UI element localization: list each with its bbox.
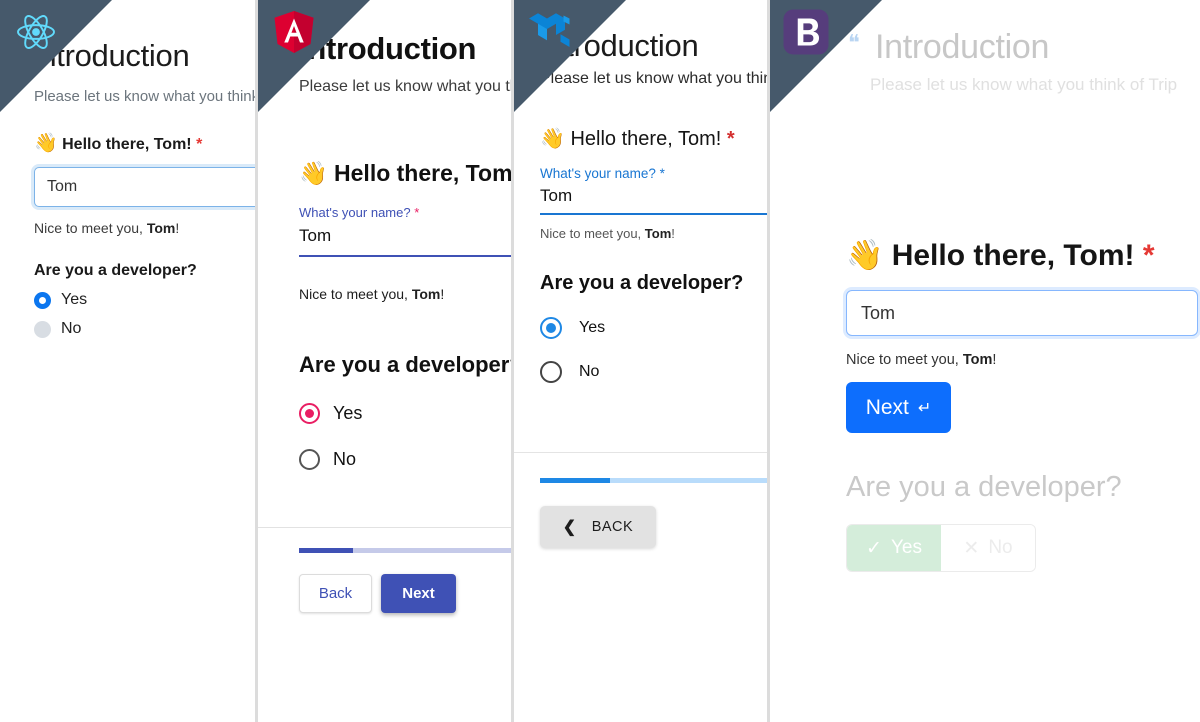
greeting-text: Hello there, Tom! [334, 160, 514, 186]
radio-yes-icon[interactable] [34, 291, 51, 309]
name-helper-text: Nice to meet you, Tom! [540, 226, 767, 241]
greeting-label: 👋 Hello there, Tom! * [846, 238, 1200, 273]
developer-question-label: Are you a developer? [540, 272, 744, 294]
greeting-label: 👋 Hello there, Tom! * [540, 126, 767, 151]
radio-yes-icon[interactable] [299, 403, 320, 424]
radio-yes-label: Yes [579, 319, 606, 336]
developer-toggle-group[interactable]: ✓ Yes ✕ No [846, 524, 1036, 572]
quote-mark-icon: ❝ [848, 30, 860, 55]
name-input[interactable] [846, 290, 1198, 336]
radio-option-no[interactable]: No [540, 361, 767, 383]
radio-no-icon[interactable] [540, 361, 562, 383]
radio-option-yes[interactable]: Yes [299, 403, 511, 424]
return-arrow-icon: ↵ [917, 399, 932, 417]
radio-yes-icon[interactable] [540, 317, 562, 339]
developer-question-label: Are you a developer? [299, 352, 514, 377]
greeting-label: 👋 Hello there, Tom! * [34, 131, 255, 155]
back-button[interactable]: Back [299, 574, 372, 613]
radio-no-icon[interactable] [299, 449, 320, 470]
back-button[interactable]: ❮ BACK [540, 506, 656, 548]
required-mark: * [414, 205, 420, 220]
name-helper-text: Nice to meet you, Tom! [299, 286, 511, 302]
name-question-text: What's your name? [299, 205, 411, 220]
greeting-text: Hello there, Tom! [891, 239, 1135, 272]
progress-bar [540, 478, 767, 483]
angular-logo-icon [270, 8, 318, 56]
helper-prefix: Nice to meet you, [34, 220, 147, 236]
helper-prefix: Nice to meet you, [846, 352, 963, 368]
footer-divider [514, 452, 767, 453]
toggle-option-no[interactable]: ✕ No [941, 525, 1035, 571]
name-input[interactable]: Tom [299, 226, 511, 257]
greeting-text: Hello there, Tom! [62, 136, 192, 153]
radio-no-label: No [579, 363, 600, 380]
framework-comparison-stage: Introduction Please let us know what you… [0, 0, 1200, 722]
helper-prefix: Nice to meet you, [540, 226, 645, 241]
helper-name: Tom [962, 352, 993, 368]
panel-angular: Introduction Please let us know what you… [258, 0, 514, 722]
toggle-no-label: No [988, 537, 1013, 558]
waving-hand-emoji: 👋 [299, 160, 328, 186]
radio-option-yes[interactable]: Yes [34, 291, 255, 309]
cross-icon: ✕ [963, 537, 980, 559]
back-button-label: BACK [591, 519, 634, 535]
chevron-left-icon: ❮ [562, 519, 577, 536]
developer-question-label: Are you a developer? [846, 471, 1122, 503]
required-mark: * [1142, 239, 1155, 272]
check-icon: ✓ [866, 537, 882, 559]
helper-prefix: Nice to meet you, [299, 286, 412, 302]
radio-no-label: No [61, 320, 82, 337]
required-mark: * [196, 136, 203, 153]
mui-logo-icon [526, 8, 574, 56]
panel-bootstrap: ❝ Introduction Please let us know what y… [770, 0, 1200, 722]
helper-name: Tom [644, 226, 672, 241]
waving-hand-emoji: 👋 [540, 128, 565, 150]
footer-divider [258, 527, 511, 528]
name-question-text: What's your name? [540, 166, 656, 181]
name-input[interactable]: Tom [540, 186, 767, 215]
radio-yes-label: Yes [61, 291, 88, 308]
helper-suffix: ! [175, 220, 180, 236]
radio-option-no[interactable]: No [299, 449, 511, 470]
name-field-label: What's your name? * [540, 166, 767, 181]
name-helper-text: Nice to meet you, Tom! [34, 220, 255, 236]
required-mark: * [659, 166, 665, 181]
radio-option-no[interactable]: No [34, 320, 255, 338]
helper-suffix: ! [671, 226, 675, 241]
radio-yes-label: Yes [333, 403, 363, 423]
name-input[interactable] [34, 167, 255, 207]
greeting-text: Hello there, Tom! [570, 128, 722, 150]
developer-question-label: Are you a developer? [34, 262, 197, 279]
page-subtitle: Please let us know what you think of Tri… [870, 75, 1178, 94]
bootstrap-logo-icon [782, 8, 830, 56]
panel-react: Introduction Please let us know what you… [0, 0, 258, 722]
helper-name: Tom [146, 220, 176, 236]
helper-suffix: ! [992, 352, 997, 368]
required-mark: * [726, 128, 735, 150]
radio-option-yes[interactable]: Yes [540, 317, 767, 339]
greeting-label: 👋 Hello there, Tom! [299, 160, 514, 187]
progress-bar [299, 548, 511, 553]
waving-hand-emoji: 👋 [34, 133, 58, 154]
toggle-option-yes[interactable]: ✓ Yes [847, 525, 941, 571]
next-button-label: Next [865, 395, 909, 419]
name-field-label: What's your name? * [299, 205, 511, 220]
waving-hand-emoji: 👋 [846, 239, 884, 272]
radio-no-icon[interactable] [34, 320, 51, 338]
helper-suffix: ! [440, 286, 445, 302]
panel-mui: Introduction Please let us know what you… [514, 0, 770, 722]
next-button[interactable]: Next ↵ [846, 382, 951, 433]
radio-no-label: No [333, 449, 357, 469]
toggle-yes-label: Yes [890, 537, 922, 558]
helper-name: Tom [411, 286, 441, 302]
footer-buttons: Back Next [299, 574, 456, 613]
next-button[interactable]: Next [381, 574, 456, 613]
page-title: Introduction [875, 28, 1050, 66]
react-logo-icon [12, 8, 60, 56]
name-helper-text: Nice to meet you, Tom! [846, 352, 1200, 368]
